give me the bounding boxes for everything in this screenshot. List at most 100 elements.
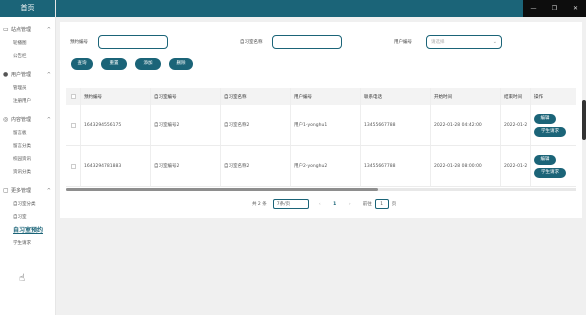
menu-group-title-more[interactable]: ▢ 更多管理 ^: [3, 184, 55, 197]
page-suffix: 页: [391, 202, 397, 207]
select-all-cell: [66, 88, 81, 105]
table-cell: 1643294781883: [81, 146, 151, 186]
monitor-icon: ▭: [3, 25, 9, 33]
search-bar: 预约编号 自习室名称 用户编号 请选择 ⌄: [70, 35, 570, 49]
app-root: 首页 ▭ 站点管理 ^ 轮播图 公告栏 ● 用户管理 ^ 管理员 注册用户 ◎ …: [0, 0, 586, 315]
reservation-no-label: 预约编号: [70, 40, 88, 45]
goto-page-input[interactable]: 1: [374, 199, 389, 209]
row-checkbox[interactable]: [70, 163, 76, 169]
column-header: 结束时间: [501, 88, 531, 105]
goto-label: 前往: [362, 202, 372, 207]
sidebar-item-registered-users[interactable]: 注册用户: [3, 94, 55, 107]
table-cell: 用户1-yonghu1: [291, 105, 361, 145]
chevron-up-icon: ^: [46, 116, 51, 123]
table-cell: 自习室名称2: [221, 105, 291, 145]
chevron-up-icon: ^: [46, 71, 51, 78]
close-icon[interactable]: ✕: [570, 5, 582, 12]
table-cell: 13455667788: [361, 146, 431, 186]
user-icon: ●: [3, 70, 9, 78]
row-actions: 编辑 学生请求: [531, 105, 576, 145]
sidebar-item-study-room[interactable]: 自习室: [3, 210, 55, 223]
sidebar-item-student-request[interactable]: 学生请求: [3, 236, 55, 249]
horizontal-scrollbar[interactable]: [66, 188, 576, 191]
query-button[interactable]: 查询: [71, 58, 93, 70]
menu-group-site: ▭ 站点管理 ^ 轮播图 公告栏: [0, 23, 55, 62]
page-size-value: 7条/页: [276, 202, 291, 207]
student-request-button[interactable]: 学生请求: [534, 126, 566, 137]
sidebar-item-carousel[interactable]: 轮播图: [3, 36, 55, 49]
pagination: 共 2 条 7条/页 ‹ 1 › 前往 1 页: [252, 199, 396, 209]
sidebar-logo[interactable]: 首页: [0, 0, 55, 17]
menu-group-more: ▢ 更多管理 ^ 自习室分类 自习室 自习室预约 学生请求: [0, 184, 55, 249]
chevron-up-icon: ^: [46, 187, 51, 194]
action-buttons: 查询 重置 添加 删除: [71, 58, 201, 70]
table-cell: 2022-01-28 04:42:00: [431, 105, 501, 145]
menu-group-title-site[interactable]: ▭ 站点管理 ^: [3, 23, 55, 36]
table-cell: 1643294556175: [81, 105, 151, 145]
total-count: 共 2 条: [252, 202, 267, 207]
chevron-down-icon: ⌄: [492, 39, 497, 45]
sidebar-item-campus-news[interactable]: 校园资讯: [3, 152, 55, 165]
column-header: 自习室名称: [221, 88, 291, 105]
group-title-label: 内容管理: [11, 117, 32, 123]
menu-group-user: ● 用户管理 ^ 管理员 注册用户: [0, 68, 55, 107]
user-no-select-placeholder: 请选择: [431, 40, 445, 45]
user-no-label: 用户编号: [394, 40, 412, 45]
reset-button[interactable]: 重置: [101, 58, 127, 70]
sidebar-item-message-board[interactable]: 留言板: [3, 126, 55, 139]
minimize-icon[interactable]: —: [528, 5, 540, 12]
table-header: 预约编号 自习室编号 自习室名称 用户编号 联系电话 开始时间 结束时间 操作: [66, 88, 576, 105]
content-icon: ◎: [3, 115, 9, 123]
room-name-input[interactable]: [272, 35, 342, 49]
column-header: 操作: [534, 94, 543, 100]
column-header: 预约编号: [81, 88, 151, 105]
page-size-select[interactable]: 7条/页: [272, 199, 309, 209]
sidebar-item-message-category[interactable]: 留言分类: [3, 139, 55, 152]
sidebar-item-notice[interactable]: 公告栏: [3, 49, 55, 62]
scrollbar-thumb[interactable]: [66, 188, 378, 191]
room-name-label: 自习室名称: [240, 40, 263, 45]
column-header: 联系电话: [361, 88, 431, 105]
table-cell: 用户2-yonghu2: [291, 146, 361, 186]
table-cell: 13455667788: [361, 105, 431, 145]
page-number-current[interactable]: 1: [325, 202, 345, 207]
table-row: 1643294781883 自习室编号2 自习室名称2 用户2-yonghu2 …: [66, 146, 576, 187]
sidebar-item-news-category[interactable]: 资讯分类: [3, 165, 55, 178]
student-request-button[interactable]: 学生请求: [534, 167, 566, 178]
sidebar-item-room-category[interactable]: 自习室分类: [3, 197, 55, 210]
column-header: 开始时间: [431, 88, 501, 105]
next-page-button[interactable]: ›: [345, 202, 355, 207]
maximize-icon[interactable]: ❐: [549, 5, 561, 12]
sidebar-item-reservation[interactable]: 自习室预约: [3, 223, 55, 236]
menu-group-title-content[interactable]: ◎ 内容管理 ^: [3, 113, 55, 126]
window-controls: — ❐ ✕: [523, 0, 586, 17]
main-card: 预约编号 自习室名称 用户编号 请选择 ⌄ 查询 重置 添加 删除 预约编号 自…: [60, 22, 582, 218]
edit-button[interactable]: 编辑: [534, 113, 556, 124]
row-checkbox-cell: [66, 146, 81, 186]
group-title-label: 更多管理: [11, 188, 32, 194]
select-all-checkbox[interactable]: [70, 94, 76, 99]
column-header: 自习室编号: [151, 88, 221, 105]
edit-button[interactable]: 编辑: [534, 154, 556, 165]
sidebar-item-admin[interactable]: 管理员: [3, 81, 55, 94]
reservation-no-input[interactable]: [98, 35, 168, 49]
table-cell: 2022-01-2: [501, 105, 531, 145]
delete-button[interactable]: 删除: [169, 58, 193, 70]
menu-group-title-user[interactable]: ● 用户管理 ^: [3, 68, 55, 81]
group-title-label: 用户管理: [11, 72, 32, 78]
vertical-scrollbar[interactable]: [582, 100, 586, 140]
row-actions: 编辑 学生请求: [531, 146, 576, 186]
top-header: — ❐ ✕: [56, 0, 586, 17]
menu-group-content: ◎ 内容管理 ^ 留言板 留言分类 校园资讯 资讯分类: [0, 113, 55, 178]
row-checkbox-cell: [66, 105, 81, 145]
table-row: 1643294556175 自习室编号2 自习室名称2 用户1-yonghu1 …: [66, 105, 576, 146]
user-no-select[interactable]: 请选择 ⌄: [426, 35, 502, 49]
column-header: 用户编号: [291, 88, 361, 105]
add-button[interactable]: 添加: [135, 58, 161, 70]
table-cell: 自习室编号2: [151, 105, 221, 145]
prev-page-button[interactable]: ‹: [315, 202, 325, 207]
group-title-label: 站点管理: [11, 27, 32, 33]
folder-icon: ▢: [3, 186, 9, 194]
row-checkbox[interactable]: [70, 122, 76, 128]
reservation-table: 预约编号 自习室编号 自习室名称 用户编号 联系电话 开始时间 结束时间 操作 …: [66, 88, 576, 187]
